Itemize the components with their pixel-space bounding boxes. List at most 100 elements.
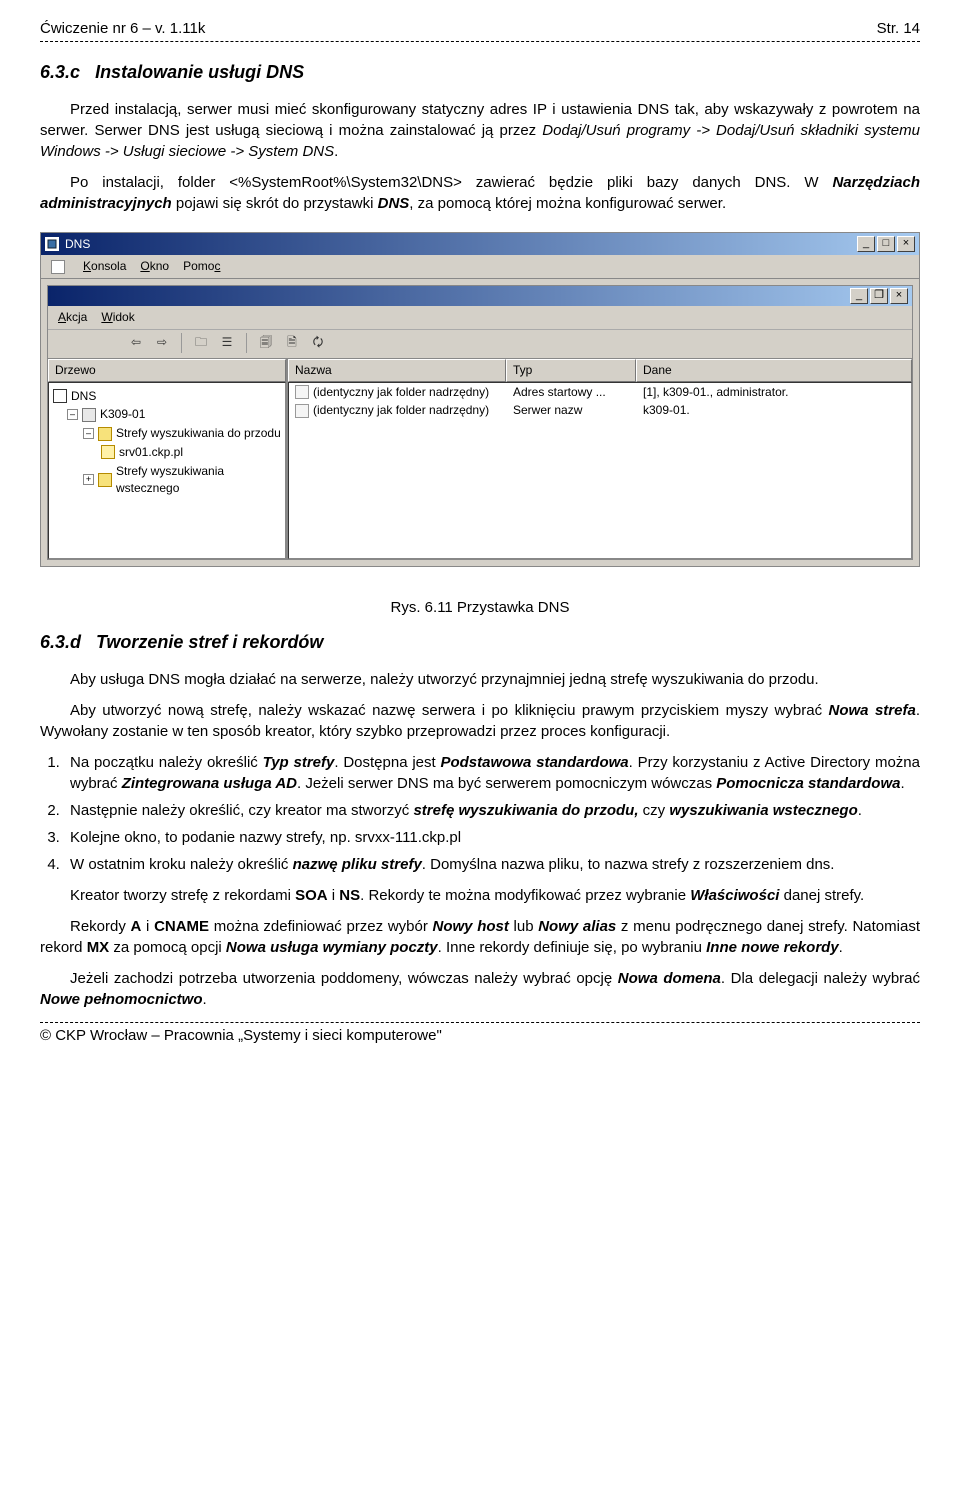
tree-label: Strefy wyszukiwania do przodu bbox=[116, 425, 281, 442]
outer-menubar: Konsola Okno Pomoc bbox=[41, 255, 919, 279]
properties-icon[interactable]: 🗐 bbox=[256, 333, 276, 353]
text: . Jeżeli serwer DNS ma być serwerem pomo… bbox=[297, 775, 716, 792]
text: Kreator tworzy strefę z rekordami bbox=[70, 887, 295, 904]
col-name[interactable]: Nazwa bbox=[288, 359, 506, 382]
section-d-heading: Tworzenie stref i rekordów bbox=[96, 632, 323, 652]
text: pojawi się skrót do przystawki bbox=[172, 195, 378, 212]
page-footer: © CKP Wrocław – Pracownia „Systemy i sie… bbox=[40, 1025, 920, 1046]
inner-close-button[interactable]: × bbox=[890, 288, 908, 304]
tree-pane: Drzewo DNS – K309-01 – Strefy wyszuki bbox=[48, 359, 288, 559]
text-bold-italic: Typ strefy bbox=[263, 754, 335, 771]
step-4: W ostatnim kroku należy określić nazwę p… bbox=[64, 854, 920, 875]
header-right: Str. 14 bbox=[877, 18, 920, 39]
list-row[interactable]: (identyczny jak folder nadrzędny) Adres … bbox=[289, 383, 911, 402]
tree-forward-zones[interactable]: – Strefy wyszukiwania do przodu bbox=[83, 424, 281, 443]
inner-restore-button[interactable]: ❐ bbox=[870, 288, 888, 304]
list-body[interactable]: (identyczny jak folder nadrzędny) Adres … bbox=[288, 382, 912, 559]
text-bold-italic: DNS bbox=[378, 195, 410, 212]
menu-okno[interactable]: Okno bbox=[140, 258, 169, 275]
section-d-p1: Aby usługa DNS mogła działać na serwerze… bbox=[40, 669, 920, 690]
console-icon bbox=[51, 260, 65, 274]
toolbar-separator bbox=[181, 333, 182, 353]
show-hide-icon[interactable]: ☰ bbox=[217, 333, 237, 353]
split-panes: Drzewo DNS – K309-01 – Strefy wyszuki bbox=[48, 359, 912, 559]
toolbar-separator bbox=[246, 333, 247, 353]
tree[interactable]: DNS – K309-01 – Strefy wyszukiwania do p… bbox=[48, 382, 286, 559]
text-bold-italic: Inne nowe rekordy bbox=[706, 939, 839, 956]
list-row[interactable]: (identyczny jak folder nadrzędny) Serwer… bbox=[289, 401, 911, 420]
text: . Rekordy te można modyfikować przez wyb… bbox=[360, 887, 690, 904]
outer-titlebar[interactable]: DNS _ □ × bbox=[41, 233, 919, 255]
text: Jeżeli zachodzi potrzeba utworzenia podd… bbox=[70, 970, 618, 987]
text: za pomocą opcji bbox=[109, 939, 226, 956]
text: Na początku należy określić bbox=[70, 754, 263, 771]
text: Aby utworzyć nową strefę, należy wskazać… bbox=[70, 702, 829, 719]
cell-text: Adres startowy ... bbox=[507, 384, 637, 401]
tree-zone-selected[interactable]: srv01.ckp.pl bbox=[101, 443, 281, 462]
up-icon[interactable]: 🗀 bbox=[191, 333, 211, 353]
text-bold: MX bbox=[87, 939, 110, 956]
maximize-button[interactable]: □ bbox=[877, 236, 895, 252]
text: . bbox=[839, 939, 843, 956]
window-title: DNS bbox=[65, 236, 90, 253]
text: i bbox=[141, 918, 154, 935]
dns-root-icon bbox=[53, 389, 67, 403]
text: . Dla delegacji należy wybrać bbox=[721, 970, 920, 987]
col-type[interactable]: Typ bbox=[506, 359, 636, 382]
inner-titlebar[interactable]: _ ❐ × bbox=[48, 286, 912, 306]
text-bold-italic: Pomocnicza standardowa bbox=[716, 775, 900, 792]
menu-widok[interactable]: Widok bbox=[101, 309, 134, 326]
inner-menubar: Akcja Widok bbox=[48, 306, 912, 330]
copy-icon[interactable]: 🗎 bbox=[282, 333, 302, 353]
minimize-button[interactable]: _ bbox=[857, 236, 875, 252]
section-d-title: 6.3.d Tworzenie stref i rekordów bbox=[40, 630, 920, 655]
text: Po instalacji, folder <%SystemRoot%\Syst… bbox=[70, 174, 832, 191]
text-bold-italic: Nowy host bbox=[433, 918, 509, 935]
tree-reverse-zones[interactable]: + Strefy wyszukiwania wstecznego bbox=[83, 462, 281, 498]
text-bold-italic: Nowy alias bbox=[538, 918, 616, 935]
expander-icon[interactable]: – bbox=[83, 428, 94, 439]
text-bold-italic: nazwę pliku strefy bbox=[293, 856, 422, 873]
tree-label: K309-01 bbox=[100, 406, 145, 423]
step-2: Następnie należy określić, czy kreator m… bbox=[64, 800, 920, 821]
text: . bbox=[858, 802, 862, 819]
expander-icon[interactable]: + bbox=[83, 474, 94, 485]
section-d-p4: Rekordy A i CNAME można zdefiniować prze… bbox=[40, 916, 920, 958]
cell-text: k309-01. bbox=[637, 402, 911, 419]
forward-icon[interactable]: ⇨ bbox=[152, 333, 172, 353]
step-3: Kolejne okno, to podanie nazwy strefy, n… bbox=[64, 827, 920, 848]
text: W ostatnim kroku należy określić bbox=[70, 856, 293, 873]
inner-minimize-button[interactable]: _ bbox=[850, 288, 868, 304]
tree-server[interactable]: – K309-01 bbox=[67, 405, 281, 424]
header-left: Ćwiczenie nr 6 – v. 1.11k bbox=[40, 18, 205, 39]
cell-text: (identyczny jak folder nadrzędny) bbox=[313, 384, 489, 401]
menu-pomoc[interactable]: Pomoc bbox=[183, 258, 220, 275]
section-d-p5: Jeżeli zachodzi potrzeba utworzenia podd… bbox=[40, 968, 920, 1010]
menu-konsola[interactable]: Konsola bbox=[83, 258, 126, 275]
folder-icon bbox=[98, 427, 112, 441]
section-d-p2: Aby utworzyć nową strefę, należy wskazać… bbox=[40, 700, 920, 742]
text-bold-italic: wyszukiwania wstecznego bbox=[669, 802, 857, 819]
text: . bbox=[334, 143, 338, 160]
steps-list: Na początku należy określić Typ strefy . … bbox=[40, 752, 920, 875]
tree-root-dns[interactable]: DNS bbox=[53, 387, 281, 406]
expander-icon[interactable]: – bbox=[67, 409, 78, 420]
close-button[interactable]: × bbox=[897, 236, 915, 252]
refresh-icon[interactable]: 🗘 bbox=[308, 333, 328, 353]
list-pane: Nazwa Typ Dane (identyczny jak folder na… bbox=[288, 359, 912, 559]
text-bold: NS bbox=[339, 887, 360, 904]
text: lub bbox=[509, 918, 538, 935]
step-1: Na początku należy określić Typ strefy . … bbox=[64, 752, 920, 794]
text: danej strefy. bbox=[779, 887, 864, 904]
col-data[interactable]: Dane bbox=[636, 359, 912, 382]
app-icon bbox=[45, 237, 59, 251]
section-c-heading: Instalowanie usługi DNS bbox=[95, 62, 304, 82]
tree-label: DNS bbox=[71, 388, 96, 405]
dns-console-window: DNS _ □ × Konsola Okno Pomoc _ ❐ × Akcja… bbox=[40, 232, 920, 567]
list-header: Nazwa Typ Dane bbox=[288, 359, 912, 382]
text-bold-italic: Nowa strefa bbox=[829, 702, 916, 719]
menu-akcja[interactable]: Akcja bbox=[58, 309, 87, 326]
back-icon[interactable]: ⇦ bbox=[126, 333, 146, 353]
footer-divider bbox=[40, 1022, 920, 1023]
tree-label: Strefy wyszukiwania wstecznego bbox=[116, 463, 281, 497]
